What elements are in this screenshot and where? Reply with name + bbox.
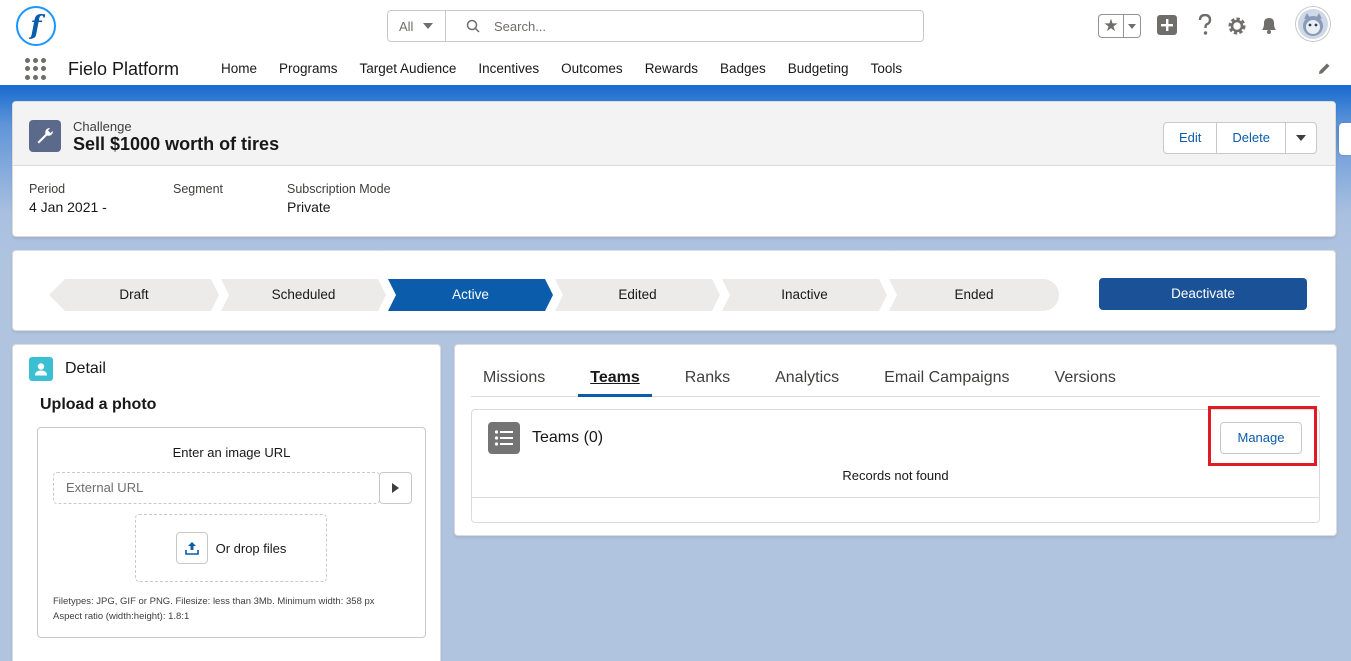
path-stage-inactive[interactable]: Inactive	[722, 279, 887, 311]
status-path-card: Draft Scheduled Active Edited Inactive Ended …	[12, 250, 1336, 331]
detail-title: Detail	[65, 360, 106, 377]
edit-nav-icon[interactable]	[1317, 62, 1331, 76]
deactivate-button[interactable]: Deactivate	[1099, 278, 1307, 310]
upload-hint-line: Aspect ratio (width:height): 1.8:1	[53, 611, 190, 622]
user-avatar-icon	[1303, 13, 1323, 36]
upload-hint: Filetypes: JPG, GIF or PNG. Filesize: le…	[53, 594, 375, 624]
related-tabs: Missions Teams Ranks Analytics Email Campaig…	[471, 359, 1320, 397]
search-scope-label: All	[399, 18, 414, 34]
status-path: Draft Scheduled Active Edited Inactive Ended	[49, 279, 1061, 311]
nav-item-programs[interactable]: Programs	[268, 52, 349, 86]
field-period: Period 4 Jan 2021 -	[29, 182, 123, 216]
more-actions-button[interactable]	[1286, 123, 1316, 153]
tab-versions[interactable]: Versions	[1043, 359, 1128, 396]
tab-ranks[interactable]: Ranks	[673, 359, 742, 396]
fielo-logo[interactable]: f	[16, 6, 56, 46]
nav-item-badges[interactable]: Badges	[709, 52, 777, 86]
nav-item-outcomes[interactable]: Outcomes	[550, 52, 634, 86]
edit-button[interactable]: Edit	[1164, 123, 1218, 153]
related-list-title: Teams (0)	[532, 429, 604, 446]
photo-uploader: Enter an image URL External URL Or drop …	[37, 427, 426, 638]
upload-hint-line: Filetypes: JPG, GIF or PNG. Filesize: le…	[53, 596, 375, 607]
path-stage-edited[interactable]: Edited	[555, 279, 720, 311]
enter-url-label: Enter an image URL	[172, 445, 291, 460]
favorites-button[interactable]: ★	[1098, 14, 1141, 38]
submit-url-button[interactable]	[379, 472, 412, 504]
path-stage-ended[interactable]: Ended	[889, 279, 1059, 311]
external-url-input[interactable]: External URL	[53, 472, 380, 504]
nav-item-incentives[interactable]: Incentives	[467, 52, 550, 86]
field-value	[173, 199, 237, 216]
search-input[interactable]: Search...	[446, 11, 923, 41]
list-icon	[488, 422, 520, 454]
record-highlights: Challenge Sell $1000 worth of tires Edit…	[12, 101, 1336, 237]
global-header: f All Search... ★	[0, 0, 1351, 52]
gear-icon[interactable]	[1227, 16, 1247, 36]
app-name: Fielo Platform	[68, 59, 180, 79]
field-value: 4 Jan 2021 -	[29, 199, 107, 215]
nav-item-target-audience[interactable]: Target Audience	[349, 52, 468, 86]
user-icon	[29, 357, 53, 381]
tab-analytics[interactable]: Analytics	[763, 359, 851, 396]
path-stage-draft[interactable]: Draft	[49, 279, 219, 311]
nav-item-budgeting[interactable]: Budgeting	[777, 52, 860, 86]
chevron-down-icon	[423, 23, 434, 29]
wrench-icon	[29, 120, 61, 152]
app-launcher-icon[interactable]	[25, 58, 47, 80]
global-search: All Search...	[387, 10, 924, 42]
nav-items: Home Programs Target Audience Incentives Out…	[210, 52, 913, 86]
entity-type-label: Challenge	[73, 119, 132, 134]
record-title: Sell $1000 worth of tires	[73, 134, 280, 154]
play-icon	[392, 483, 399, 493]
app-nav-bar: Fielo Platform Home Programs Target Audien…	[0, 52, 1351, 88]
field-value: Private	[287, 199, 331, 215]
favorites-list-button[interactable]	[1124, 23, 1140, 29]
search-placeholder: Search...	[494, 18, 547, 34]
chevron-down-icon	[1296, 135, 1306, 141]
manage-button[interactable]: Manage	[1220, 422, 1302, 454]
field-label: Segment	[173, 182, 224, 196]
related-list-teams: Teams (0) Manage Records not found	[471, 406, 1320, 523]
add-icon[interactable]	[1157, 15, 1177, 35]
tab-teams[interactable]: Teams	[578, 359, 652, 397]
star-icon[interactable]: ★	[1099, 15, 1124, 37]
path-stage-active[interactable]: Active	[388, 279, 553, 311]
path-stage-scheduled[interactable]: Scheduled	[221, 279, 386, 311]
highlight-fields: Period 4 Jan 2021 - Segment Subscription…	[29, 182, 441, 216]
delete-button[interactable]: Delete	[1217, 123, 1286, 153]
utility-panel-handle[interactable]	[1339, 123, 1351, 155]
chevron-down-icon	[1128, 23, 1136, 29]
field-label: Period	[29, 182, 66, 196]
help-icon[interactable]	[1197, 14, 1213, 36]
related-tabs-card: Missions Teams Ranks Analytics Email Campaig…	[454, 344, 1337, 536]
nav-item-home[interactable]: Home	[210, 52, 268, 86]
drop-files-label: Or drop files	[215, 540, 287, 556]
avatar[interactable]	[1296, 7, 1330, 41]
nav-item-tools[interactable]: Tools	[860, 52, 914, 86]
field-subscription-mode: Subscription Mode Private	[287, 182, 391, 216]
related-list-footer	[472, 497, 1319, 498]
field-segment: Segment	[173, 182, 237, 216]
tab-email-campaigns[interactable]: Email Campaigns	[872, 359, 1021, 396]
search-scope-dropdown[interactable]: All	[388, 11, 446, 41]
file-dropzone[interactable]: Or drop files	[135, 514, 327, 582]
record-actions: Edit Delete	[1163, 122, 1317, 154]
empty-state-text: Records not found	[842, 468, 949, 483]
search-icon	[466, 19, 480, 33]
field-label: Subscription Mode	[287, 182, 391, 196]
upload-photo-title: Upload a photo	[40, 396, 157, 413]
nav-item-rewards[interactable]: Rewards	[634, 52, 709, 86]
bell-icon[interactable]	[1259, 15, 1279, 35]
detail-card: Detail Upload a photo Enter an image URL…	[12, 344, 441, 661]
upload-icon[interactable]	[175, 532, 208, 564]
tab-missions[interactable]: Missions	[471, 359, 557, 396]
